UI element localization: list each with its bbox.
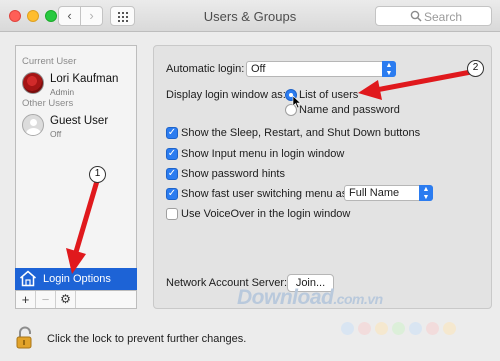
radio-label-list-of-users: List of users [299, 89, 359, 101]
watermark-dot [375, 322, 388, 335]
checkbox-fast-user-switching[interactable]: ✓ [166, 188, 178, 200]
radio-list-of-users[interactable] [285, 89, 297, 101]
house-icon [20, 270, 36, 287]
user-list-toolbar: + − ⚙ [15, 290, 137, 309]
search-placeholder: Search [424, 10, 463, 24]
annotation-badge-2: 2 [467, 60, 484, 77]
checkbox-label: Show the Sleep, Restart, and Shut Down b… [181, 127, 421, 139]
checkbox-label: Show fast user switching menu as [181, 188, 348, 200]
sidebar-item-login-options[interactable]: Login Options [15, 268, 137, 290]
automatic-login-label: Automatic login: [166, 63, 245, 75]
automatic-login-popup[interactable]: Off ▲ ▼ [246, 61, 396, 77]
user-role: Admin [50, 87, 75, 97]
watermark-dot [358, 322, 371, 335]
users-and-groups-window: ‹ › Users & Groups Search Current User L… [0, 0, 500, 361]
sidebar-item-label: Login Options [43, 273, 111, 285]
search-field[interactable]: Search [375, 6, 492, 26]
checkbox-label: Use VoiceOver in the login window [181, 208, 351, 220]
user-list: Current User Lori Kaufman Admin Other Us… [15, 45, 137, 289]
title-bar: ‹ › Users & Groups Search [0, 0, 500, 32]
login-options-panel: Automatic login: Off ▲ ▼ Display login wi… [153, 45, 492, 309]
lock-message: Click the lock to prevent further change… [47, 333, 247, 345]
chevron-up-down-icon: ▲ ▼ [382, 61, 396, 77]
watermark-dot [426, 322, 439, 335]
watermark-dot [443, 322, 456, 335]
checkbox-label: Show password hints [181, 168, 285, 180]
watermark-dot [341, 322, 354, 335]
user-name: Lori Kaufman [50, 73, 119, 85]
gear-icon[interactable]: ⚙ [56, 291, 76, 308]
checkbox-show-password-hints[interactable]: ✓ [166, 168, 178, 180]
checkbox-show-sleep-restart[interactable]: ✓ [166, 127, 178, 139]
watermark: Download.com.vn [237, 286, 383, 309]
remove-user-button[interactable]: − [36, 291, 56, 308]
avatar [22, 72, 44, 94]
fast-switch-popup[interactable]: Full Name ▲ ▼ [344, 185, 433, 201]
checkbox-use-voiceover[interactable] [166, 208, 178, 220]
automatic-login-value: Off [251, 63, 266, 75]
checkbox-show-input-menu[interactable]: ✓ [166, 148, 178, 160]
user-name: Guest User [50, 115, 109, 127]
display-login-label: Display login window as: [166, 89, 286, 101]
watermark-dot [392, 322, 405, 335]
guest-avatar-icon [22, 114, 44, 136]
chevron-up-down-icon: ▲ ▼ [419, 185, 433, 201]
fast-switch-value: Full Name [349, 187, 400, 199]
search-icon [410, 10, 422, 22]
add-user-button[interactable]: + [16, 291, 36, 308]
user-item-guest-user[interactable]: Guest User Off [16, 108, 136, 144]
watermark-dot [409, 322, 422, 335]
lock-icon[interactable] [16, 326, 38, 350]
checkbox-label: Show Input menu in login window [181, 148, 345, 160]
annotation-badge-1: 1 [89, 166, 106, 183]
radio-label-name-and-password: Name and password [299, 104, 400, 116]
radio-name-and-password[interactable] [285, 104, 297, 116]
user-item-lori-kaufman[interactable]: Lori Kaufman Admin [16, 66, 136, 102]
user-role: Off [50, 129, 62, 139]
